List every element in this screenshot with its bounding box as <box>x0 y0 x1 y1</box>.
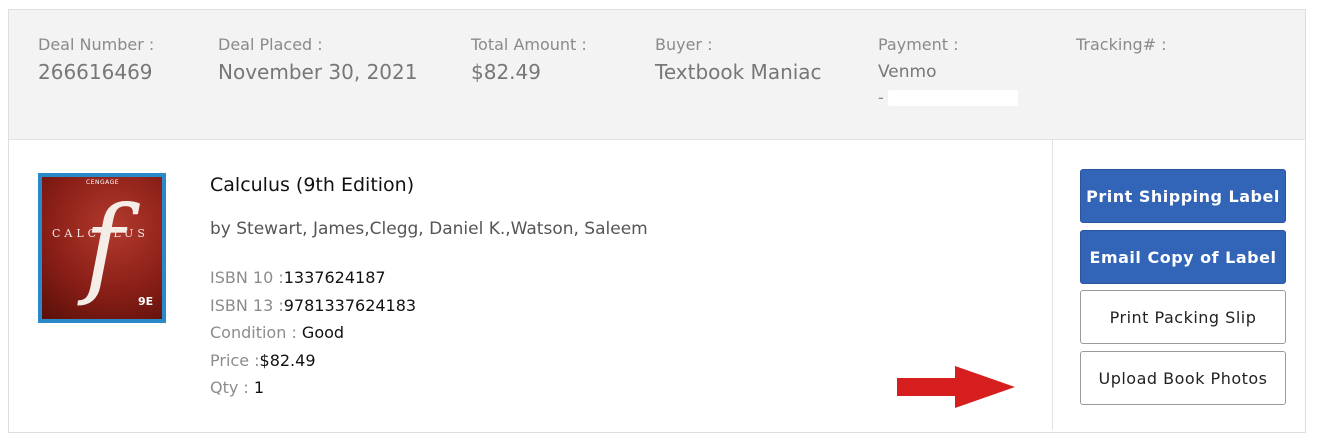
condition-label: Condition : <box>210 323 302 342</box>
isbn10-label: ISBN 10 : <box>210 268 284 287</box>
order-header: Deal Number : 266616469 Deal Placed : No… <box>9 10 1305 140</box>
upload-book-photos-button[interactable]: Upload Book Photos <box>1080 351 1286 405</box>
buyer-value: Textbook Maniac <box>655 60 822 84</box>
condition-row: Condition : Good <box>210 319 416 347</box>
isbn10-row: ISBN 10 :1337624187 <box>210 264 416 292</box>
isbn13-value: 9781337624183 <box>283 295 417 315</box>
qty-label: Qty : <box>210 378 254 397</box>
price-value: $82.49 <box>259 350 316 370</box>
book-title: Calculus (9th Edition) <box>210 174 415 196</box>
price-label: Price : <box>210 350 260 370</box>
book-author: by Stewart, James,Clegg, Daniel K.,Watso… <box>210 219 648 239</box>
total-amount-column: Total Amount : $82.49 <box>471 35 587 84</box>
print-packing-slip-button[interactable]: Print Packing Slip <box>1080 290 1286 344</box>
isbn10-value: 1337624187 <box>283 268 386 287</box>
payment-value: Venmo <box>878 62 937 82</box>
redacted-payment-account: - <box>878 88 1018 107</box>
payment-account-prefix: - <box>878 88 884 107</box>
column-divider <box>1052 140 1053 430</box>
tracking-column: Tracking# : <box>1076 35 1167 60</box>
payment-label: Payment : <box>878 35 959 54</box>
payment-column: Payment : Venmo - <box>878 35 1018 107</box>
deal-number-value: 266616469 <box>38 60 153 84</box>
order-card: Deal Number : 266616469 Deal Placed : No… <box>8 9 1306 433</box>
price-row: Price :$82.49 <box>210 347 416 375</box>
redaction-bar <box>887 89 1018 106</box>
cover-edition: 9E <box>138 295 154 308</box>
tracking-label: Tracking# : <box>1076 35 1167 54</box>
cover-title: CALCULUS <box>52 227 149 240</box>
deal-placed-value: November 30, 2021 <box>218 60 418 84</box>
total-amount-label: Total Amount : <box>471 35 587 54</box>
isbn13-label: ISBN 13 : <box>210 295 284 315</box>
buyer-label: Buyer : <box>655 35 713 54</box>
order-body: CENGAGE f CALCULUS 9E Calculus (9th Edit… <box>9 140 1305 434</box>
red-arrow-icon <box>897 366 1015 408</box>
deal-number-column: Deal Number : 266616469 <box>38 35 154 84</box>
print-shipping-label-button[interactable]: Print Shipping Label <box>1080 169 1286 223</box>
deal-placed-label: Deal Placed : <box>218 35 323 54</box>
isbn13-row: ISBN 13 :9781337624183 <box>210 292 416 320</box>
deal-number-label: Deal Number : <box>38 35 155 54</box>
qty-value: 1 <box>253 378 265 397</box>
buyer-column: Buyer : Textbook Maniac <box>655 35 822 84</box>
book-details: ISBN 10 :1337624187 ISBN 13 :97813376241… <box>210 264 416 402</box>
qty-row: Qty : 1 <box>210 374 416 402</box>
total-amount-value: $82.49 <box>471 60 541 84</box>
book-cover-image: CENGAGE f CALCULUS 9E <box>38 173 166 323</box>
condition-value: Good <box>301 323 345 342</box>
deal-placed-column: Deal Placed : November 30, 2021 <box>218 35 417 84</box>
email-copy-of-label-button[interactable]: Email Copy of Label <box>1080 230 1286 284</box>
integral-f-symbol: f <box>84 184 124 309</box>
